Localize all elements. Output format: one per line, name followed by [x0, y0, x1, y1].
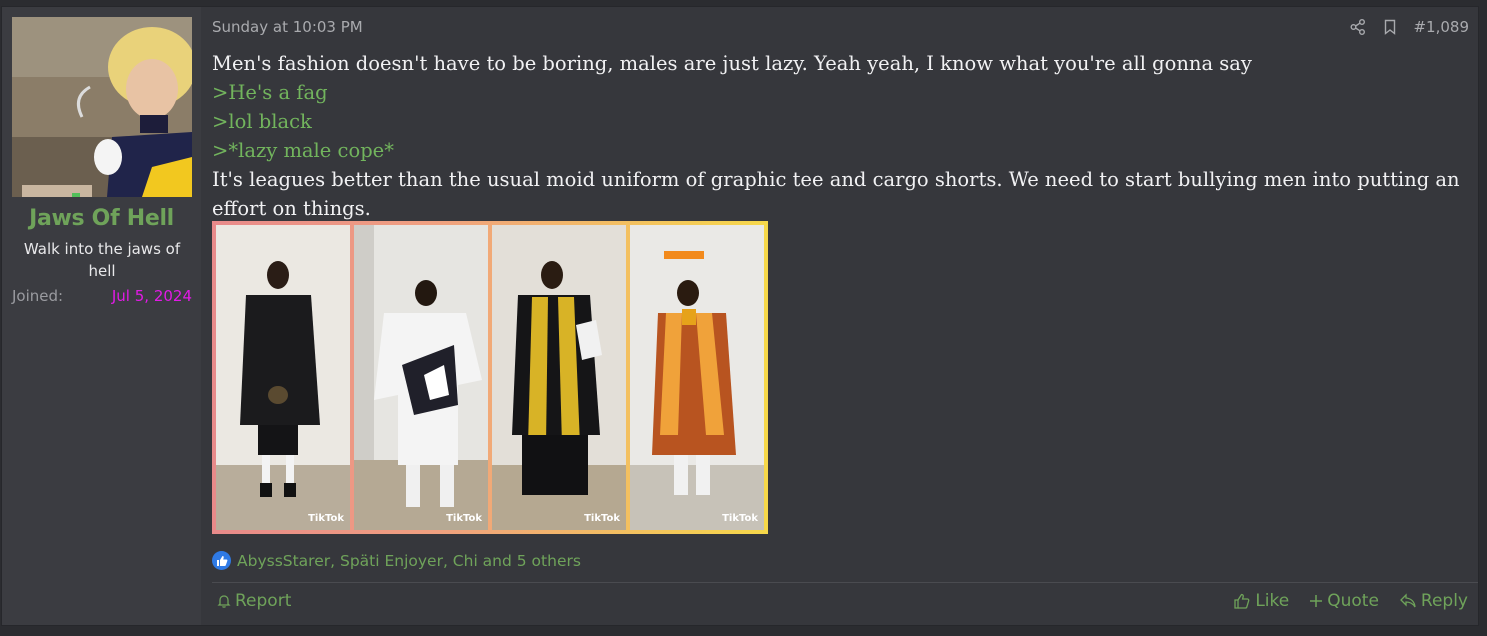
plus-icon: [1310, 595, 1323, 607]
user-sidebar: Jaws Of Hell Walk into the jaws of hell …: [2, 7, 201, 625]
share-icon[interactable]: [1349, 18, 1367, 36]
username[interactable]: Jaws Of Hell: [2, 206, 201, 231]
report-button[interactable]: Report: [216, 591, 291, 611]
tiktok-watermark: TikTok: [584, 513, 620, 524]
footer-divider: [212, 582, 1478, 583]
reactions-bar[interactable]: AbyssStarer, Späti Enjoyer, Chi and 5 ot…: [212, 551, 581, 570]
reaction-users[interactable]: AbyssStarer, Späti Enjoyer, Chi and 5 ot…: [237, 552, 581, 570]
post-top-actions: #1,089: [1349, 18, 1469, 36]
avatar[interactable]: [12, 17, 192, 197]
joined-label: Joined:: [12, 287, 64, 305]
reply-button[interactable]: Reply: [1399, 591, 1468, 611]
post-line: Men's fashion doesn't have to be boring,…: [212, 52, 1252, 75]
reply-icon: [1399, 593, 1416, 608]
greentext-line: >lol black: [212, 110, 312, 133]
like-reaction-icon: [212, 551, 231, 570]
joined-row: Joined: Jul 5, 2024: [12, 287, 192, 305]
forum-post: Jaws Of Hell Walk into the jaws of hell …: [1, 6, 1479, 626]
bookmark-icon[interactable]: [1381, 18, 1399, 36]
outfit-panel: TikTok: [630, 225, 764, 530]
joined-date: Jul 5, 2024: [111, 287, 192, 305]
quote-label: Quote: [1327, 591, 1379, 611]
greentext-line: >He's a fag: [212, 81, 328, 104]
tiktok-watermark: TikTok: [446, 513, 482, 524]
thumbs-up-icon: [1234, 593, 1250, 609]
report-label: Report: [235, 591, 292, 611]
tiktok-watermark: TikTok: [308, 513, 344, 524]
outfit-panel: TikTok: [492, 225, 626, 530]
reply-label: Reply: [1420, 591, 1468, 611]
tiktok-watermark: TikTok: [722, 513, 758, 524]
post-number[interactable]: #1,089: [1413, 18, 1469, 36]
user-title: Walk into the jaws of hell: [23, 240, 181, 280]
outfit-panel: TikTok: [354, 225, 488, 530]
quote-button[interactable]: Quote: [1309, 591, 1379, 611]
outfit-panel: TikTok: [216, 225, 350, 530]
post-actions: Like Quote Reply: [1233, 591, 1468, 611]
post-timestamp[interactable]: Sunday at 10:03 PM: [212, 18, 363, 36]
greentext-line: >*lazy male cope*: [212, 139, 394, 162]
like-button[interactable]: Like: [1233, 591, 1289, 611]
post-image[interactable]: TikTok TikTok TikTok TikTok: [212, 221, 768, 534]
post-main: Sunday at 10:03 PM #1,089 Men's fashion …: [212, 7, 1478, 625]
bell-icon: [217, 595, 231, 608]
like-label: Like: [1255, 591, 1290, 611]
post-line: It's leagues better than the usual moid …: [212, 168, 1460, 220]
post-body: Men's fashion doesn't have to be boring,…: [212, 49, 1462, 223]
